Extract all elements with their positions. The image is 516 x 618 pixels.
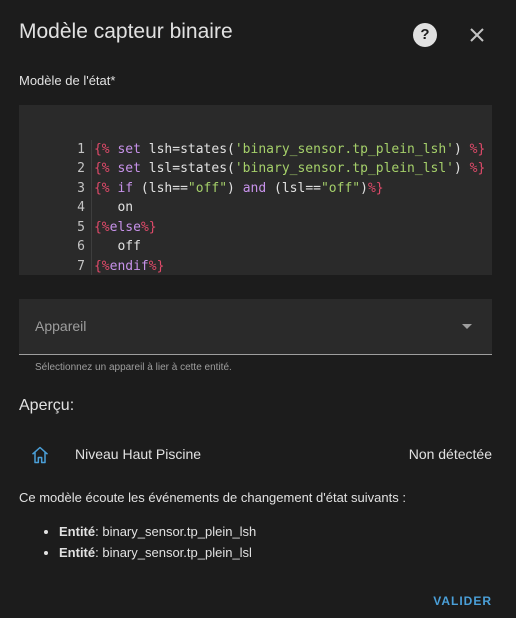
device-select[interactable]: Appareil xyxy=(19,299,492,355)
entity-prefix: Entité xyxy=(59,524,96,539)
device-helper-text: Sélectionnez un appareil à lier à cette … xyxy=(35,362,232,373)
code-line: 3 {% if (lsh=="off") and (lsl=="off")%} xyxy=(19,159,492,198)
code-line: 2 {% set lsl=states('binary_sensor.tp_ple… xyxy=(19,140,492,179)
template-delimiter: {% xyxy=(93,258,110,274)
template-code-editor[interactable]: 1 {% set lsh=states('binary_sensor.tp_ple… xyxy=(19,105,492,275)
code-line: 6 off xyxy=(19,218,492,257)
list-item: Entité: binary_sensor.tp_plein_lsl xyxy=(59,542,256,563)
list-item: Entité: binary_sensor.tp_plein_lsh xyxy=(59,521,256,542)
preview-entity-name: Niveau Haut Piscine xyxy=(75,446,202,462)
submit-button[interactable]: VALIDER xyxy=(433,594,492,608)
question-circle-icon: ? xyxy=(420,26,430,43)
code-line: 5 {%else%} xyxy=(19,198,492,237)
device-select-label: Appareil xyxy=(35,318,87,334)
close-button[interactable] xyxy=(466,24,488,46)
keyword: endif xyxy=(109,258,149,274)
listened-entities-list: Entité: binary_sensor.tp_plein_lsh Entit… xyxy=(41,521,256,563)
dropdown-arrow-icon xyxy=(462,324,472,329)
preview-title: Aperçu: xyxy=(19,397,75,414)
preview-entity-state: Non détectée xyxy=(408,446,492,462)
template-dialog: Modèle capteur binaire ? Modèle de l'éta… xyxy=(0,0,516,618)
entity-id: : binary_sensor.tp_plein_lsh xyxy=(95,524,257,539)
code-line: 1 {% set lsh=states('binary_sensor.tp_ple… xyxy=(19,120,492,159)
close-icon xyxy=(470,28,484,42)
help-button[interactable]: ? xyxy=(413,23,437,47)
entity-prefix: Entité xyxy=(59,545,96,560)
code-line: 4 on xyxy=(19,179,492,218)
listen-description: Ce modèle écoute les événements de chang… xyxy=(19,490,406,505)
dialog-title: Modèle capteur binaire xyxy=(19,20,233,43)
code-line: 7 {%endif%} xyxy=(19,237,492,275)
line-number: 7 xyxy=(77,258,85,274)
template-field-label: Modèle de l'état* xyxy=(19,73,116,88)
entity-id: : binary_sensor.tp_plein_lsl xyxy=(95,545,252,560)
template-delimiter: %} xyxy=(148,258,165,274)
home-icon xyxy=(32,446,48,464)
